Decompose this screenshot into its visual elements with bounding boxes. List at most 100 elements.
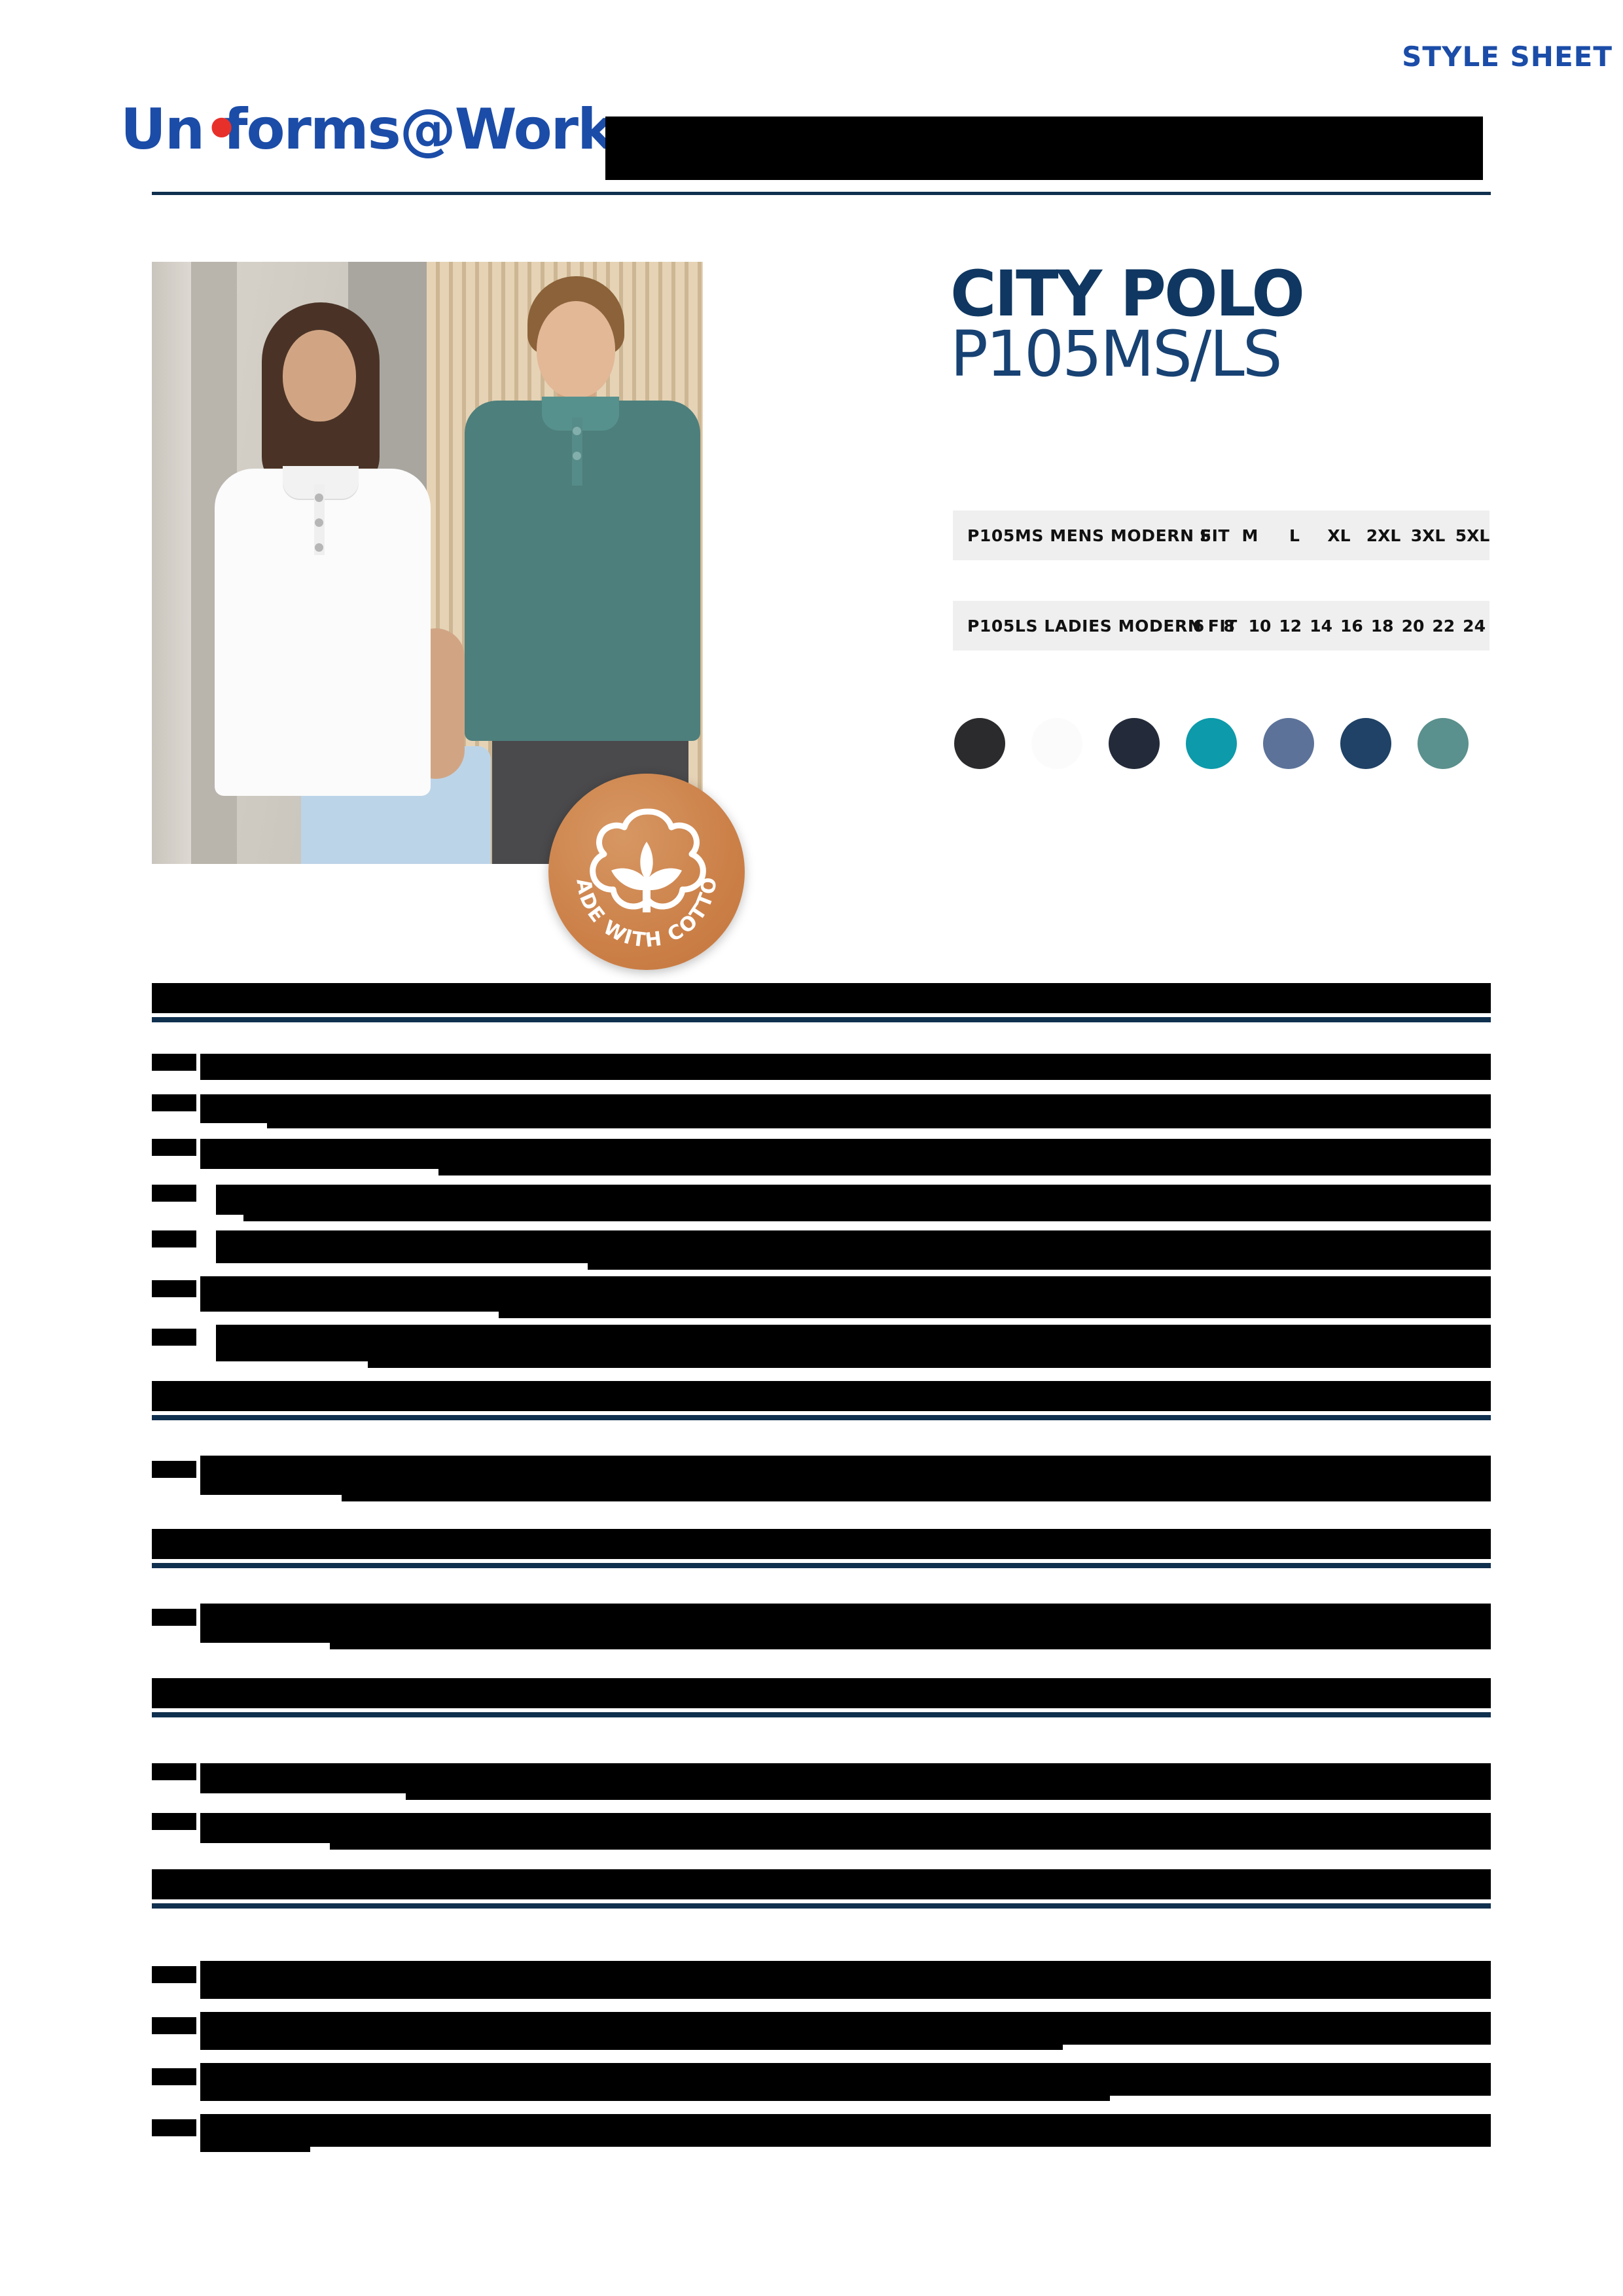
- spec-row-value: [243, 1215, 1491, 1221]
- spec-row-value: [216, 1230, 1491, 1247]
- spec-row: [152, 1230, 1491, 1279]
- colour-swatch-navy-black[interactable]: [1109, 718, 1160, 769]
- size-option[interactable]: 10: [1245, 617, 1275, 636]
- mens-polo-teal: [465, 401, 700, 741]
- spec-row: [152, 1813, 1491, 1863]
- person-figure-icon: •: [204, 97, 240, 162]
- spec-row-value: [200, 1763, 1491, 1780]
- spec-row-value: [200, 1628, 1491, 1643]
- spec-row-group: [152, 1961, 1491, 2168]
- size-option[interactable]: 18: [1367, 617, 1398, 636]
- spec-section-heading: [152, 1381, 1491, 1411]
- spec-row-value: [200, 1780, 1491, 1793]
- brand-logo[interactable]: Un•forms@Work: [120, 97, 615, 162]
- brand-logo-text-part1: Un: [120, 97, 205, 162]
- size-table-mens: P105MS MENS MODERN FIT S M L XL 2XL 3XL …: [953, 511, 1489, 560]
- made-with-cotton-badge: MADE WITH COTTON: [548, 774, 745, 970]
- spec-row-group: [152, 1456, 1491, 1511]
- mens-polo-button: [573, 427, 581, 435]
- size-option[interactable]: XL: [1317, 526, 1361, 545]
- size-option[interactable]: 16: [1336, 617, 1367, 636]
- colour-swatch-white[interactable]: [1031, 718, 1082, 769]
- colour-swatch-charcoal[interactable]: [954, 718, 1005, 769]
- spec-row: [152, 1456, 1491, 1511]
- spec-row-label: [152, 1054, 196, 1071]
- colour-swatch-slate-blue[interactable]: [1263, 718, 1314, 769]
- spec-row: [152, 1054, 1491, 1094]
- size-row-ladies: P105LS LADIES MODERN FIT 6 8 10 12 14 16…: [953, 601, 1489, 651]
- spec-row-label: [152, 1813, 196, 1830]
- size-option[interactable]: 5XL: [1450, 526, 1495, 545]
- spec-row: [152, 1139, 1491, 1185]
- spec-row-label: [152, 1763, 196, 1780]
- spec-row-value: [200, 1111, 1491, 1123]
- spec-row-label: [152, 1461, 196, 1478]
- size-option[interactable]: 12: [1275, 617, 1306, 636]
- spec-row-value: [216, 1346, 1491, 1361]
- product-title-block: CITY POLO P105MS/LS: [950, 262, 1305, 386]
- size-option[interactable]: 14: [1306, 617, 1336, 636]
- size-option[interactable]: 2XL: [1361, 526, 1406, 545]
- spec-row-value: [588, 1263, 1491, 1270]
- spec-row-label: [152, 1609, 196, 1626]
- spec-row-value: [438, 1169, 1491, 1175]
- spec-row-label: [152, 1094, 196, 1111]
- badge-text: MADE WITH COTTON: [548, 774, 720, 952]
- spec-row-value: [200, 1156, 1491, 1169]
- spec-row-label: [152, 1230, 196, 1247]
- spec-row-value: [200, 2138, 310, 2152]
- size-option[interactable]: M: [1228, 526, 1272, 545]
- spec-row-value: [1110, 2087, 1491, 2096]
- cotton-boll-icon: MADE WITH COTTON: [548, 774, 722, 952]
- size-option[interactable]: 24: [1459, 617, 1489, 636]
- spec-row: [152, 2012, 1491, 2066]
- spec-row-value: [368, 1361, 1491, 1368]
- spec-row-label: [152, 1139, 196, 1156]
- spec-row-value: [200, 2012, 1491, 2036]
- spec-row-label: [152, 1329, 196, 1346]
- spec-section-divider: [152, 1563, 1491, 1568]
- spec-row-value: [200, 1813, 1491, 1830]
- spec-row-value: [330, 1643, 1491, 1649]
- spec-row: [152, 2063, 1491, 2117]
- spec-row-value: [200, 1276, 1491, 1297]
- spec-section: [152, 1678, 1491, 1863]
- spec-row-value: [342, 1495, 1491, 1501]
- size-option[interactable]: 22: [1428, 617, 1459, 636]
- spec-row-label: [152, 1966, 196, 1983]
- spec-section-heading: [152, 983, 1491, 1013]
- svg-text:MADE WITH COTTON: MADE WITH COTTON: [548, 774, 722, 952]
- spec-row-value: [406, 1793, 1491, 1800]
- size-option[interactable]: 3XL: [1406, 526, 1450, 545]
- spec-row: [152, 1185, 1491, 1230]
- colour-swatch-teal[interactable]: [1186, 718, 1237, 769]
- ladies-polo-button: [315, 493, 323, 502]
- size-option[interactable]: 6: [1183, 617, 1214, 636]
- spec-row-value: [216, 1325, 1491, 1346]
- mens-polo-button: [573, 452, 581, 460]
- size-option[interactable]: S: [1183, 526, 1228, 545]
- colour-swatch-navy[interactable]: [1340, 718, 1391, 769]
- size-option[interactable]: L: [1272, 526, 1317, 545]
- spec-row: [152, 1276, 1491, 1327]
- size-row-mens-sizes: S M L XL 2XL 3XL 5XL: [1183, 526, 1495, 545]
- size-option[interactable]: 8: [1214, 617, 1245, 636]
- spec-row-value: [200, 1961, 1491, 1984]
- spec-row-value: [200, 1604, 1491, 1628]
- spec-row-value: [200, 2087, 1110, 2101]
- colour-swatch-sage-teal[interactable]: [1418, 718, 1469, 769]
- spec-row-value: [1063, 2036, 1491, 2045]
- spec-section-heading: [152, 1869, 1491, 1899]
- spec-row-value: [499, 1312, 1491, 1318]
- spec-row: [152, 1763, 1491, 1813]
- header-divider: [152, 192, 1491, 195]
- size-option[interactable]: 20: [1398, 617, 1429, 636]
- spec-row-group: [152, 1763, 1491, 1863]
- spec-row-value: [310, 2138, 1491, 2147]
- spec-row: [152, 1604, 1491, 1659]
- spec-row-label: [152, 2068, 196, 2085]
- spec-section-divider: [152, 1712, 1491, 1717]
- header-redaction-bar: [605, 117, 1483, 180]
- ladies-polo-button: [315, 518, 323, 527]
- size-row-ladies-label: P105LS LADIES MODERN FIT: [967, 616, 1238, 636]
